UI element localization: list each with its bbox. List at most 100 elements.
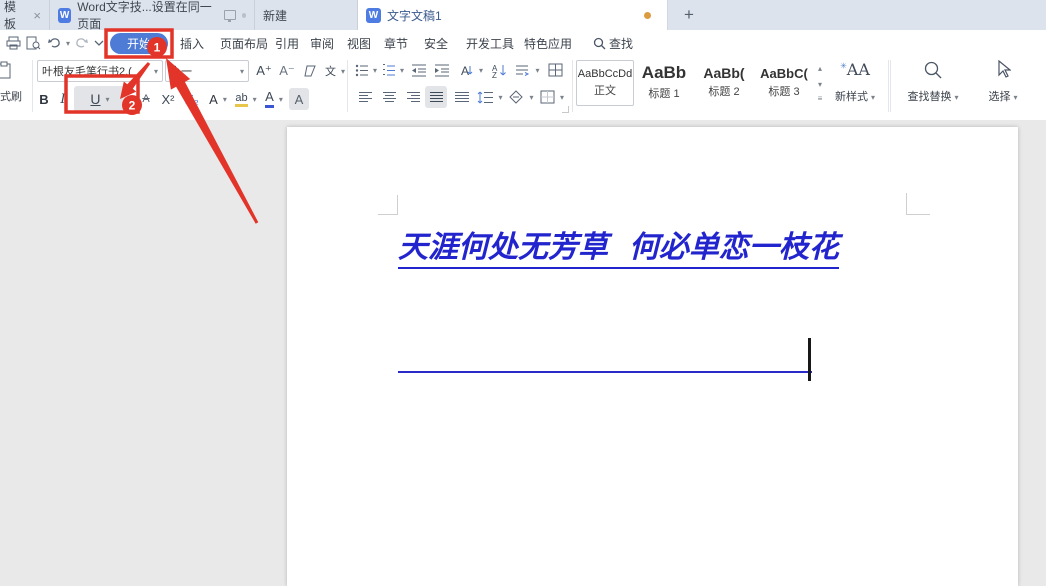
menu-special-apps[interactable]: 特色应用 <box>524 30 572 56</box>
tab-word-doc-label: Word文字技...设置在同一页面 <box>77 0 218 32</box>
decrease-indent-icon[interactable] <box>409 61 429 79</box>
style-gallery-up-icon[interactable]: ▴ <box>814 62 826 74</box>
font-size-combobox[interactable]: 小一 ▾ <box>165 60 249 82</box>
grey-dot-icon <box>242 13 246 18</box>
subscript-button[interactable]: X₂ <box>181 88 203 110</box>
print-preview-icon[interactable] <box>24 35 42 51</box>
find-replace-button[interactable]: 查找替换▾ <box>898 58 968 106</box>
style-heading1-name: 标题 1 <box>648 85 679 101</box>
find-replace-label: 查找替换 <box>907 91 951 103</box>
undo-dropdown-icon[interactable]: ▾ <box>62 35 70 51</box>
clear-format-icon[interactable] <box>300 61 320 81</box>
svg-text:Z: Z <box>492 71 497 78</box>
align-right-icon[interactable] <box>403 88 423 106</box>
menu-home[interactable]: 开始 <box>110 33 168 54</box>
numbered-list-icon[interactable]: ▾ <box>382 61 404 79</box>
font-color-glyph: A <box>265 90 274 107</box>
paste-icon[interactable] <box>0 60 14 80</box>
font-color-button[interactable]: A▾ <box>261 88 287 110</box>
increase-indent-icon[interactable] <box>432 61 452 79</box>
increase-font-button[interactable]: A⁺ <box>253 61 275 81</box>
menu-view[interactable]: 视图 <box>347 30 371 56</box>
new-tab-button[interactable]: + <box>676 4 702 26</box>
chevron-down-icon: ▾ <box>151 67 158 76</box>
style-heading2[interactable]: AaBb( 标题 2 <box>696 60 752 104</box>
customize-toolbar-icon[interactable] <box>90 35 108 51</box>
decrease-font-button[interactable]: A⁻ <box>276 61 298 81</box>
document-headline-text[interactable]: 天涯何处无芳草 何必单恋一枝花 <box>398 222 839 269</box>
menu-page-layout[interactable]: 页面布局 <box>220 30 268 56</box>
menu-row: ▾ 开始 插入 页面布局 引用 审阅 视图 章节 安全 开发工具 特色应用 查找 <box>0 30 1046 56</box>
svg-text:A: A <box>461 64 469 78</box>
menu-security[interactable]: 安全 <box>424 30 448 56</box>
style-heading1[interactable]: AaBb 标题 1 <box>636 60 692 104</box>
line-spacing-icon[interactable]: ▾ <box>477 88 503 106</box>
char-shading-button[interactable]: A <box>289 88 309 110</box>
select-button[interactable]: 选择▾ <box>976 58 1030 106</box>
monitor-icon <box>224 10 236 20</box>
empty-underline <box>398 371 812 373</box>
tab-word-doc[interactable]: W Word文字技...设置在同一页面 <box>50 0 255 30</box>
style-heading3-sample: AaBbC( <box>760 66 808 81</box>
chevron-down-icon: ▾ <box>103 95 110 104</box>
shading-icon[interactable]: ▾ <box>508 88 534 106</box>
new-style-button[interactable]: ✳AA 新样式▾ <box>826 58 884 106</box>
font-name-combobox[interactable]: 叶根友毛笔行书2.( ▾ <box>37 60 163 82</box>
text-direction-button[interactable]: A▾ <box>457 60 485 80</box>
document-page[interactable]: 天涯何处无芳草 何必单恋一枝花 <box>287 127 1018 586</box>
bold-button[interactable]: B <box>36 88 52 110</box>
text-caret <box>808 338 811 381</box>
unsaved-dot-icon <box>644 12 651 19</box>
align-center-icon[interactable] <box>379 88 399 106</box>
cursor-arrow-icon <box>995 60 1011 80</box>
pinyin-guide-button[interactable]: 文▾ <box>322 61 348 81</box>
format-painter-button[interactable]: 式刷 <box>0 88 22 104</box>
text-effects-button[interactable]: A▾ <box>206 88 230 110</box>
menu-review[interactable]: 审阅 <box>310 30 334 56</box>
style-gallery-more-icon[interactable]: ≡ <box>814 92 826 104</box>
strikethrough-button[interactable]: A <box>138 90 154 108</box>
tab-templates[interactable]: 模板 × <box>0 0 50 30</box>
wps-file-icon: W <box>58 8 71 23</box>
superscript-button[interactable]: X² <box>157 88 179 110</box>
tab-new-label: 新建 <box>263 7 287 24</box>
tab-current-document[interactable]: W 文字文稿1 <box>358 0 668 30</box>
highlight-color-button[interactable]: ab▾ <box>233 88 259 110</box>
new-style-label: 新样式 <box>835 91 868 103</box>
style-normal-sample: AaBbCcDd <box>578 68 632 80</box>
find-select-group: 查找替换▾ 选择▾ <box>890 56 1046 119</box>
menu-insert[interactable]: 插入 <box>180 30 204 56</box>
tab-stops-icon[interactable] <box>545 60 565 80</box>
asian-layout-icon[interactable]: ▾ <box>514 60 540 80</box>
print-icon[interactable] <box>4 35 22 51</box>
redo-icon[interactable] <box>72 35 90 51</box>
document-area: 天涯何处无芳草 何必单恋一枝花 <box>0 120 1046 586</box>
underline-button[interactable]: U ▾ <box>74 86 126 112</box>
style-normal[interactable]: AaBbCcDd 正文 <box>576 60 634 106</box>
menu-section[interactable]: 章节 <box>384 30 408 56</box>
close-icon[interactable]: × <box>33 8 41 23</box>
margin-mark-left <box>397 195 398 215</box>
menu-find[interactable]: 查找 <box>593 30 633 56</box>
wps-writer-window: 模板 × W Word文字技...设置在同一页面 新建 W 文字文稿1 + ▾ <box>0 0 1046 586</box>
bullet-list-icon[interactable]: ▾ <box>355 61 377 79</box>
menu-dev-tools[interactable]: 开发工具 <box>466 30 514 56</box>
style-heading3-name: 标题 3 <box>768 83 799 99</box>
menu-references[interactable]: 引用 <box>275 30 299 56</box>
pinyin-guide-glyph: 文 <box>325 63 336 79</box>
italic-button[interactable]: I <box>56 88 70 110</box>
style-gallery-down-icon[interactable]: ▾ <box>814 78 826 90</box>
margin-mark-left <box>378 214 398 215</box>
justify-icon[interactable] <box>425 86 447 108</box>
style-heading3[interactable]: AaBbC( 标题 3 <box>756 60 812 104</box>
borders-icon[interactable]: ▾ <box>539 88 565 106</box>
margin-mark-right <box>906 193 907 215</box>
align-left-icon[interactable] <box>355 88 375 106</box>
sort-icon[interactable]: AZ <box>489 60 511 80</box>
style-heading1-sample: AaBb <box>642 63 686 83</box>
style-heading2-sample: AaBb( <box>703 65 744 81</box>
wps-file-icon: W <box>366 8 381 23</box>
distribute-text-icon[interactable] <box>451 88 473 106</box>
underline-label: U <box>90 91 100 107</box>
tab-new[interactable]: 新建 <box>255 0 358 30</box>
